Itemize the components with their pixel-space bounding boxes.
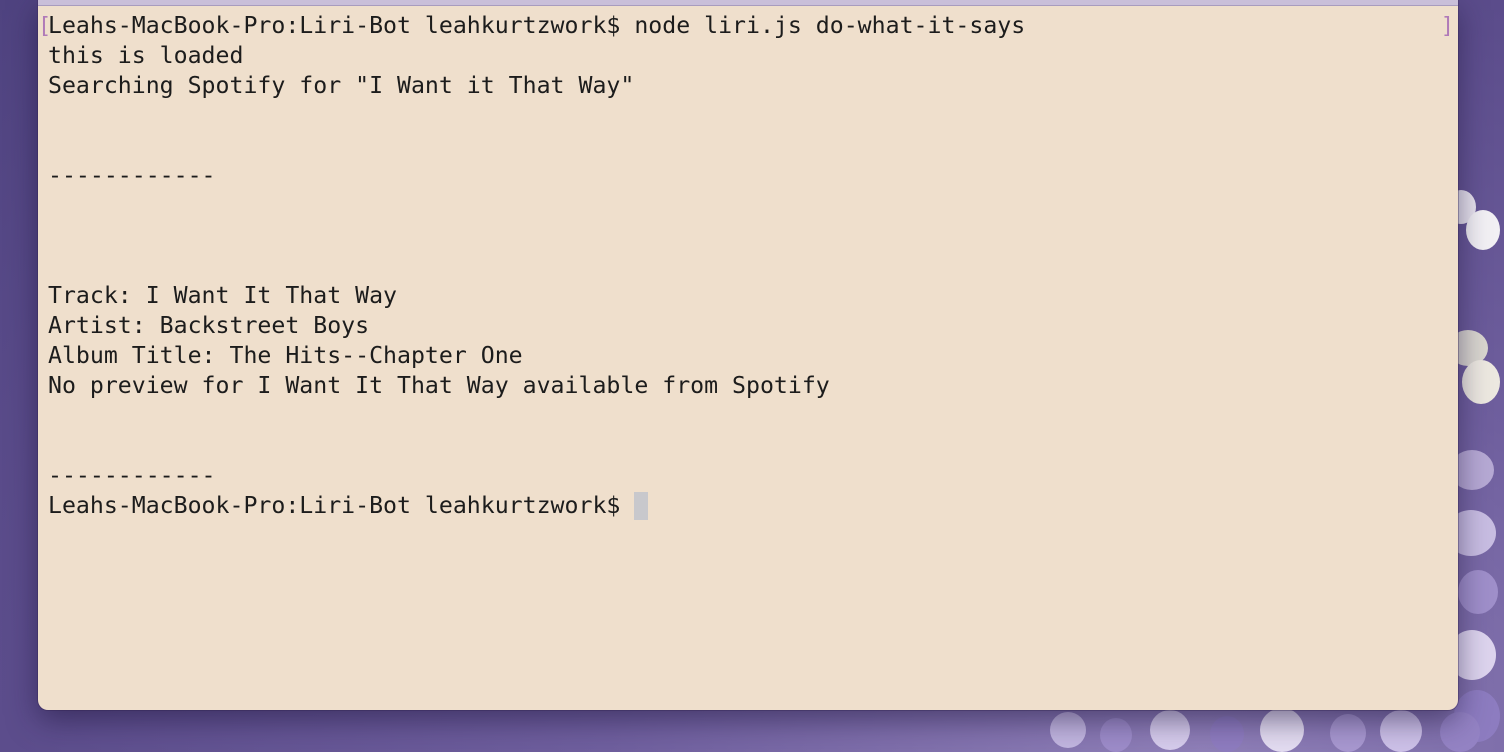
- desktop-wallpaper-flowers-bottom: [1040, 708, 1504, 752]
- terminal-output[interactable]: Leahs-MacBook-Pro:Liri-Bot leahkurtzwork…: [48, 11, 1448, 700]
- terminal-line: Searching Spotify for "I Want it That Wa…: [48, 72, 635, 99]
- terminal-line: ------------: [48, 462, 216, 489]
- terminal-line: Album Title: The Hits--Chapter One: [48, 342, 523, 369]
- terminal-line: No preview for I Want It That Way availa…: [48, 372, 830, 399]
- text-cursor: [634, 492, 649, 520]
- window-title-bar-edge: [38, 0, 1458, 6]
- terminal-line: Leahs-MacBook-Pro:Liri-Bot leahkurtzwork…: [48, 12, 1026, 39]
- terminal-prompt-line[interactable]: Leahs-MacBook-Pro:Liri-Bot leahkurtzwork…: [48, 491, 1448, 521]
- terminal-prompt: Leahs-MacBook-Pro:Liri-Bot leahkurtzwork…: [48, 492, 635, 519]
- terminal-line: this is loaded: [48, 42, 244, 69]
- terminal-line: Track: I Want It That Way: [48, 282, 398, 309]
- terminal-line: ------------: [48, 162, 216, 189]
- terminal-line: Artist: Backstreet Boys: [48, 312, 370, 339]
- terminal-window[interactable]: [ ] Leahs-MacBook-Pro:Liri-Bot leahkurtz…: [38, 0, 1458, 710]
